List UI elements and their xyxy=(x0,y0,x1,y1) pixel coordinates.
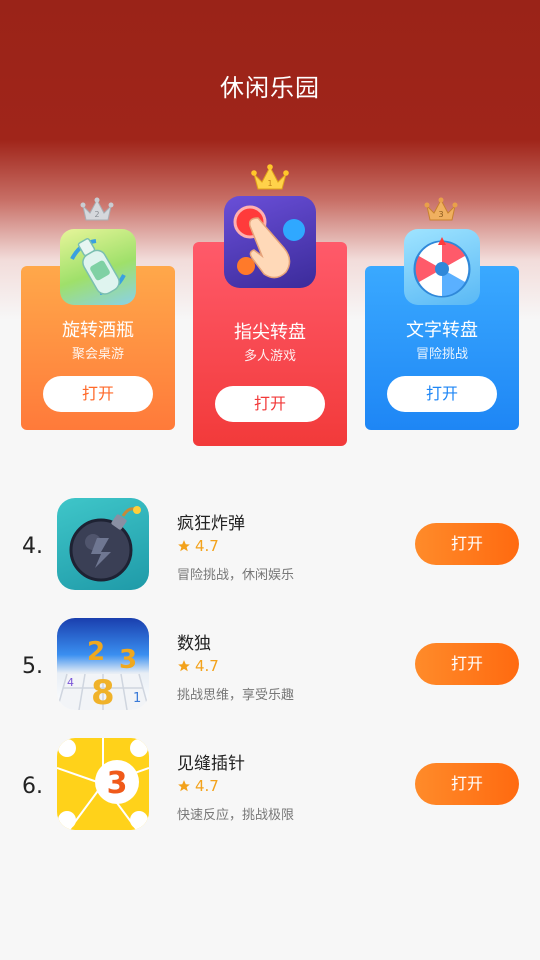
app-name: 疯狂炸弹 xyxy=(177,514,245,534)
open-button-bottle[interactable]: 打开 xyxy=(43,376,153,412)
page-title: 休闲乐园 xyxy=(220,74,320,102)
star-icon xyxy=(178,660,190,672)
svg-text:4: 4 xyxy=(67,676,74,689)
svg-text:8: 8 xyxy=(91,673,115,710)
svg-text:1: 1 xyxy=(133,691,141,706)
open-button-bomb[interactable]: 打开 xyxy=(415,523,519,565)
app-rating: 4.7 xyxy=(177,657,219,675)
app-rating: 4.7 xyxy=(177,777,219,795)
rating-value: 4.7 xyxy=(195,537,219,555)
silver-crown-icon: 2 xyxy=(80,197,114,221)
card-subtitle: 冒险挑战 xyxy=(415,347,468,362)
app-name: 数独 xyxy=(177,634,211,654)
card-title: 旋转酒瓶 xyxy=(62,320,134,341)
crown-rank: 1 xyxy=(267,179,272,188)
card-title: 文字转盘 xyxy=(406,320,478,341)
crown-rank: 3 xyxy=(438,210,443,219)
gold-crown-icon: 1 xyxy=(251,164,289,190)
open-button-finger[interactable]: 打开 xyxy=(215,386,325,422)
pin-circle-icon[interactable]: 3 xyxy=(57,738,149,830)
list-item: 4. 疯狂炸弹 4.7 冒险挑战，休闲娱乐 打开 xyxy=(0,495,540,595)
crown-rank: 2 xyxy=(94,210,99,219)
svg-text:3: 3 xyxy=(119,645,137,675)
app-description: 冒险挑战，休闲娱乐 xyxy=(177,568,295,583)
card-subtitle: 多人游戏 xyxy=(243,349,296,364)
open-button-wheel[interactable]: 打开 xyxy=(387,376,497,412)
rank-number: 4. xyxy=(22,534,43,559)
card-title: 指尖转盘 xyxy=(234,322,306,343)
rank-number: 6. xyxy=(22,774,43,799)
app-rating: 4.7 xyxy=(177,537,219,555)
app-description: 挑战思维，享受乐趣 xyxy=(177,688,295,703)
word-wheel-icon[interactable] xyxy=(404,229,480,305)
finger-spinner-icon[interactable] xyxy=(224,196,316,288)
bomb-icon[interactable] xyxy=(57,498,149,590)
app-name: 见缝插针 xyxy=(177,754,245,774)
sudoku-icon[interactable]: 2 3 8 4 1 xyxy=(57,618,149,710)
spinning-bottle-icon[interactable] xyxy=(60,229,136,305)
svg-text:3: 3 xyxy=(107,766,128,801)
rating-value: 4.7 xyxy=(195,657,219,675)
star-icon xyxy=(178,780,190,792)
rank-number: 5. xyxy=(22,654,43,679)
rating-value: 4.7 xyxy=(195,777,219,795)
list-item: 5. 2 3 8 4 1 数独 4.7 挑战思维，享受乐趣 打开 xyxy=(0,615,540,715)
bronze-crown-icon: 3 xyxy=(424,197,458,221)
list-item: 6. 3 见缝插针 4.7 快速反应，挑战极限 打开 xyxy=(0,735,540,835)
star-icon xyxy=(178,540,190,552)
app-description: 快速反应，挑战极限 xyxy=(177,808,295,823)
open-button-sudoku[interactable]: 打开 xyxy=(415,643,519,685)
open-button-pin[interactable]: 打开 xyxy=(415,763,519,805)
svg-text:2: 2 xyxy=(87,637,105,667)
card-subtitle: 聚会桌游 xyxy=(71,347,124,362)
